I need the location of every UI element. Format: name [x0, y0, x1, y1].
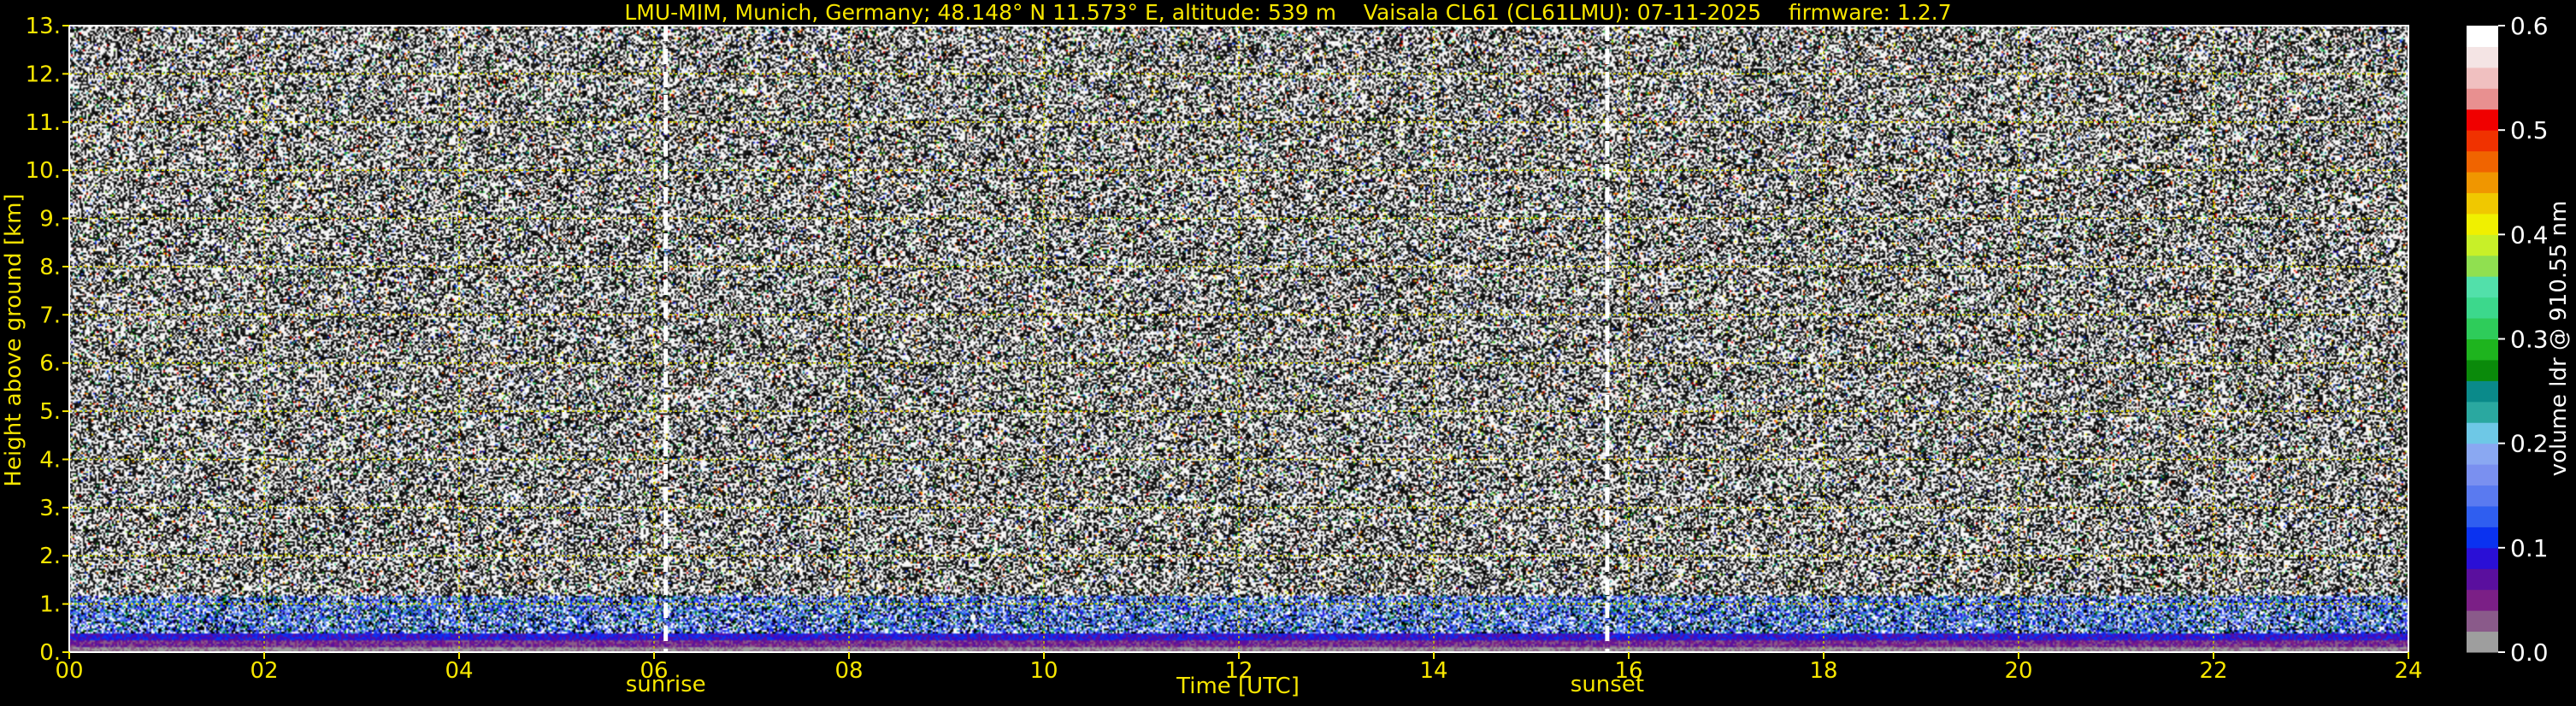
- colorbar-segment: [2467, 234, 2498, 256]
- y-tick-label-2: 2.: [39, 544, 61, 569]
- colorbar-segment: [2467, 276, 2498, 298]
- y-tick-label-6: 6.: [39, 351, 61, 377]
- colorbar-segment: [2467, 485, 2498, 507]
- y-axis-ticks: 0. 1. 2. 3. 4. 5. 6. 7. 8. 9. 10. 11. 12. 13.: [26, 14, 69, 666]
- x-tick-label-14: 14: [1419, 658, 1447, 684]
- sunrise-label: sunrise: [625, 672, 706, 697]
- colorbar-segment: [2467, 150, 2498, 173]
- colorbar-segment: [2467, 172, 2498, 193]
- colorbar-segment: [2467, 359, 2498, 381]
- colorbar-segment: [2467, 26, 2498, 47]
- colorbar-segment: [2467, 67, 2498, 89]
- colorbar-segment: [2467, 46, 2498, 68]
- colorbar-tick-label-0.1: 0.1: [2510, 534, 2549, 562]
- colorbar-tick-label-0.0: 0.0: [2510, 638, 2549, 667]
- colorbar-segment: [2467, 443, 2498, 465]
- x-tick-label-04: 04: [445, 658, 473, 684]
- colorbar-segment: [2467, 527, 2498, 549]
- colorbar-segment: [2467, 130, 2498, 152]
- colorbar-segment: [2467, 255, 2498, 277]
- colorbar-segment: [2467, 422, 2498, 444]
- colorbar-tick-label-0.4: 0.4: [2510, 221, 2549, 249]
- y-tick-label-9: 9.: [39, 207, 61, 232]
- colorbar-tick-label-0.6: 0.6: [2510, 12, 2549, 40]
- colorbar-segment: [2467, 610, 2498, 632]
- colorbar-ticks: 0.0 0.1 0.2 0.3 0.4 0.5 0.6: [2498, 12, 2549, 667]
- sunset-label: sunset: [1570, 672, 1645, 697]
- colorbar-segment: [2467, 568, 2498, 591]
- colorbar-segment: [2467, 297, 2498, 319]
- chart-overlay: 00 02 04 06 08 10 12 14 16 18 20 22 24 0.1.2.3.4.5.6…: [26, 12, 2549, 684]
- y-tick-label-13: 13.: [26, 14, 61, 39]
- colorbar-segment: [2467, 380, 2498, 403]
- colorbar-segment: [2467, 88, 2498, 110]
- x-tick-label-24: 24: [2394, 658, 2422, 684]
- colorbar-segment: [2467, 338, 2498, 361]
- x-tick-label-22: 22: [2199, 658, 2227, 684]
- colorbar-segment: [2467, 192, 2498, 215]
- colorbar-segment: [2467, 505, 2498, 527]
- colorbar-segment: [2467, 213, 2498, 235]
- colorbar-title: volume ldr @ 910.55 nm: [2546, 200, 2572, 477]
- x-axis-title: Time [UTC]: [1176, 674, 1300, 699]
- y-tick-label-0: 0.: [39, 640, 61, 666]
- y-tick-label-8: 8.: [39, 255, 61, 280]
- x-tick-label-10: 10: [1029, 658, 1058, 684]
- y-tick-label-4: 4.: [39, 447, 61, 473]
- colorbar-tick-label-0.2: 0.2: [2510, 430, 2549, 458]
- colorbar-tick-label-0.3: 0.3: [2510, 326, 2549, 354]
- x-tick-label-20: 20: [2004, 658, 2032, 684]
- y-tick-label-11: 11.: [26, 110, 61, 136]
- y-tick-label-7: 7.: [39, 303, 61, 328]
- colorbar-segment: [2467, 318, 2498, 339]
- y-axis-title: Height above ground [km]: [1, 193, 27, 487]
- x-tick-label-08: 08: [834, 658, 863, 684]
- x-tick-label-18: 18: [1809, 658, 1837, 684]
- colorbar-segment: [2467, 109, 2498, 131]
- colorbar-segment: [2467, 401, 2498, 423]
- y-tick-label-5: 5.: [39, 399, 61, 425]
- y-tick-label-1: 1.: [39, 592, 61, 618]
- grid-lines: [69, 26, 2408, 652]
- colorbar: [2467, 26, 2498, 653]
- sun-markers: [663, 26, 1610, 652]
- y-tick-label-3: 3.: [39, 496, 61, 521]
- x-tick-label-02: 02: [250, 658, 278, 684]
- colorbar-tick-label-0.5: 0.5: [2510, 116, 2549, 144]
- colorbar-segment: [2467, 589, 2498, 611]
- colorbar-segment: [2467, 631, 2498, 653]
- ldr-chart: LMU-MIM, Munich, Germany; 48.148° N 11.5…: [0, 0, 2576, 706]
- y-tick-label-12: 12.: [26, 62, 61, 87]
- colorbar-segment: [2467, 464, 2498, 486]
- colorbar-segment: [2467, 547, 2498, 569]
- y-tick-label-10: 10.: [26, 158, 61, 184]
